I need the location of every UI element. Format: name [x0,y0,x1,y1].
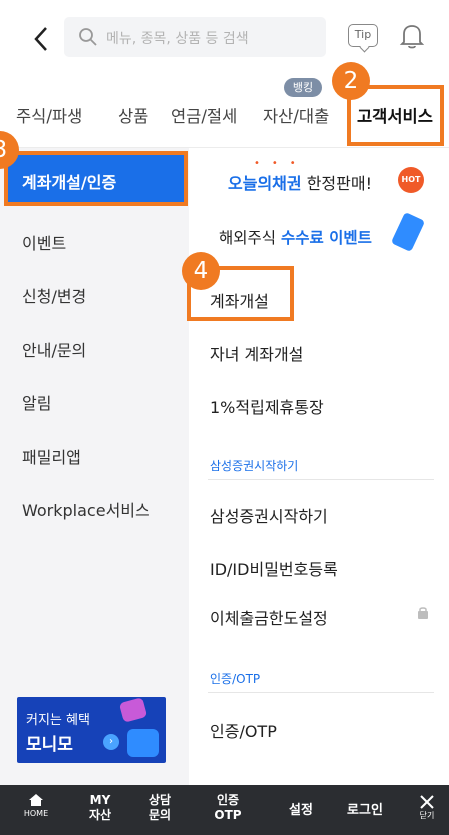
consult-label-1: 상담 [148,793,172,807]
section-divider [208,479,434,480]
otp-label-1: 인증 [216,793,240,807]
lock-icon [418,607,428,619]
section-divider [208,692,434,693]
step-marker-4: 4 [182,252,220,290]
home-button[interactable]: HOME [22,793,50,818]
home-icon [29,794,43,806]
gift-icon [118,697,148,723]
event-banner-highlight: 수수료 이벤트 [280,229,372,247]
home-label: HOME [23,809,49,818]
tip-button[interactable]: Tip [348,24,378,47]
menu-child-account-open[interactable]: 자녀 계좌개설 [210,341,303,365]
chevron-right-icon: › [103,734,119,750]
bond-sale-banner[interactable]: 오늘의채권 한정판매! [228,170,372,194]
search-icon [79,28,97,46]
nav-item-account-open-auth[interactable]: 계좌개설/인증 [4,151,188,206]
my-assets-label-2: 자산 [88,808,112,822]
monimo-app-icon [127,729,159,757]
section-header-start: 삼성증권시작하기 [210,459,299,473]
bond-banner-text: 한정판매! [301,174,372,193]
search-input[interactable]: 메뉴, 종목, 상품 등 검색 [64,17,326,57]
overseas-stock-event-banner[interactable]: 해외주식 수수료 이벤트 [219,226,372,248]
otp-label-2: OTP [214,808,242,822]
nav-item-apply-change[interactable]: 신청/변경 [22,283,86,307]
nav-item-events[interactable]: 이벤트 [22,230,66,254]
nav-item-notifications[interactable]: 알림 [22,390,51,414]
close-icon [420,795,434,809]
step-marker-2: 2 [332,62,370,100]
hot-badge-icon: HOT [398,167,424,193]
tab-customer-service-label: 고객서비스 [357,107,433,126]
menu-auth-otp[interactable]: 인증/OTP [210,718,277,742]
my-assets-label-1: MY [89,793,111,807]
menu-transfer-limit[interactable]: 이체출금한도설정 [210,605,328,629]
nav-item-label: 계좌개설/인증 [22,173,117,192]
promo-line2: 모니모 [26,735,73,755]
nav-item-guide-inquiry[interactable]: 안내/문의 [22,337,86,361]
search-placeholder: 메뉴, 종목, 상품 등 검색 [106,31,249,47]
sparkle-dots-icon: ••• [254,158,308,169]
nav-item-workplace[interactable]: Workplace서비스 [22,497,150,521]
menu-start-samsung[interactable]: 삼성증권시작하기 [210,503,328,527]
section-header-otp: 인증/OTP [210,672,261,686]
menu-partner-savings[interactable]: 1%적립제휴통장 [210,394,324,418]
login-button[interactable]: 로그인 [341,799,389,818]
monimo-promo-banner[interactable]: 커지는 혜택 모니모 › [17,697,166,763]
back-arrow-icon[interactable] [28,22,58,56]
menu-account-open[interactable]: 계좌개설 [210,288,269,312]
tab-stocks-derivatives[interactable]: 주식/파생 [16,103,82,127]
tab-products[interactable]: 상품 [118,103,148,127]
auth-otp-button[interactable]: 인증 OTP [208,793,248,823]
promo-line1: 커지는 혜택 [26,713,90,728]
bell-icon[interactable] [397,20,427,52]
settings-button[interactable]: 설정 [283,799,319,818]
can-icon [390,211,426,253]
consult-label-2: 문의 [148,808,172,822]
my-assets-button[interactable]: MY 자산 [82,793,118,823]
tab-assets-loans[interactable]: 자산/대출 [263,103,329,127]
close-label: 닫기 [419,811,435,820]
close-menu-button[interactable]: 닫기 [414,794,440,821]
menu-id-password-register[interactable]: ID/ID비밀번호등록 [210,556,338,580]
tab-pension[interactable]: 연금/절세 [171,103,237,127]
consult-inquiry-button[interactable]: 상담 문의 [142,793,178,823]
bond-banner-highlight: 오늘의채권 [228,174,302,193]
nav-item-family-apps[interactable]: 패밀리앱 [22,444,81,468]
event-banner-text: 해외주식 [219,229,281,247]
banking-badge: 뱅킹 [284,78,322,97]
